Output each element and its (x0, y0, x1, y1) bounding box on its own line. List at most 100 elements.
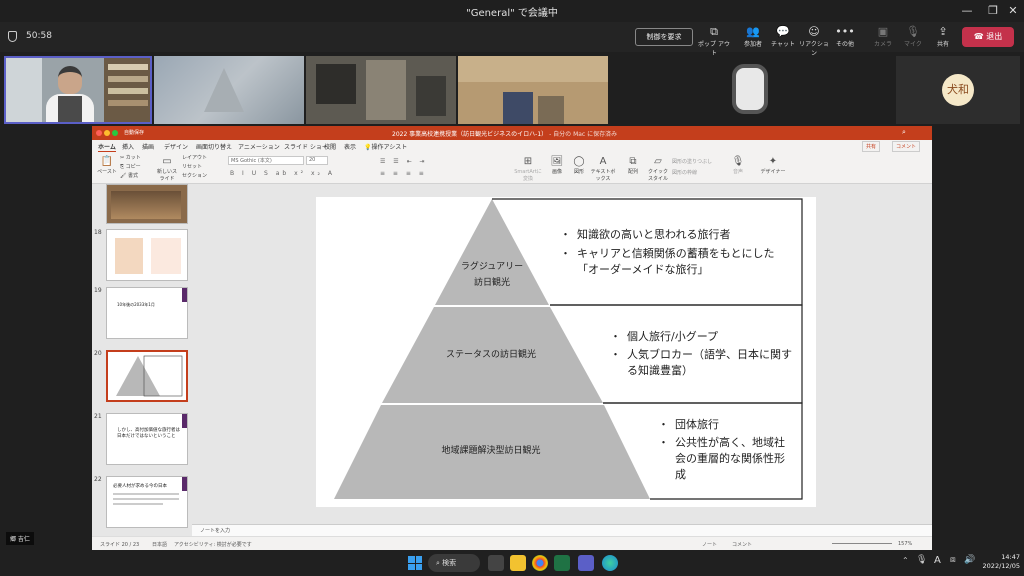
textbox-icon: A (599, 156, 607, 167)
smartart-icon: ⊞ (523, 156, 533, 167)
participant-tile-6[interactable]: 犬和 (896, 56, 1020, 124)
tab-insert[interactable]: 挿入 (122, 142, 134, 151)
notes-toggle[interactable]: ノート (702, 541, 717, 548)
chevron-up-icon[interactable]: ⌃ (902, 556, 909, 565)
cut-button[interactable]: ✂ カット (120, 154, 141, 161)
request-control-button[interactable]: 制御を要求 (635, 28, 693, 46)
zoom-level[interactable]: 157% (898, 541, 912, 547)
tier-label-middle: ステータスの訪日観光 (445, 350, 536, 360)
windows-start-icon[interactable] (408, 556, 422, 570)
font-name-select[interactable]: MS Gothic (本文) (228, 156, 304, 165)
minimize-button[interactable]: — (954, 2, 980, 20)
font-size-select[interactable]: 20 (306, 156, 328, 165)
tab-slideshow[interactable]: スライド ショー (284, 142, 328, 151)
taskbar-search[interactable]: ⌕ 検索 (428, 554, 480, 572)
accent-bar (182, 477, 187, 491)
tab-animations[interactable]: アニメーション (238, 142, 280, 151)
layout-button[interactable]: レイアウト (182, 154, 207, 161)
leave-button[interactable]: ☎ 退出 (962, 27, 1014, 47)
network-icon[interactable]: ⧈ (950, 555, 956, 565)
share-button[interactable]: ⇪ 共有 (926, 25, 960, 48)
slide-thumbnail-21[interactable]: しかし、高付加価値な旅行者は日本だけではないということ (106, 413, 188, 465)
tab-tell-me[interactable]: 💡操作アシスト (364, 142, 407, 151)
textbox-button[interactable]: A テキストボックス (590, 156, 616, 182)
close-button[interactable]: ✕ (1000, 2, 1024, 20)
task-view-icon[interactable] (488, 555, 504, 571)
dictate-button[interactable]: 🎙 音声 (728, 156, 748, 175)
chat-button[interactable]: 💬 チャット (766, 25, 800, 48)
text-format-buttons[interactable]: B I U S ab x² x₂ A (230, 170, 335, 177)
chrome-icon[interactable] (532, 555, 548, 571)
slide-thumbnail-18[interactable] (106, 229, 188, 281)
quick-styles-button[interactable]: ▱ クイックスタイル (646, 156, 670, 182)
tab-draw[interactable]: 描画 (142, 142, 154, 151)
comment-button[interactable]: コメント (892, 141, 921, 152)
tab-design[interactable]: デザイン (164, 142, 188, 151)
shape-outline-label: 図形の枠線 (672, 170, 698, 176)
mac-zoom-dot[interactable] (112, 130, 118, 136)
accessibility-indicator[interactable]: アクセシビリティ: 検討が必要です (174, 541, 252, 548)
participant-tile-presenter[interactable] (4, 56, 152, 124)
language-indicator[interactable]: 日本語 (152, 541, 167, 548)
participants-label: 参加者 (743, 41, 762, 48)
participant-tile-5[interactable] (720, 56, 780, 124)
notes-pane[interactable]: ノートを入力 (192, 524, 932, 536)
volume-icon[interactable]: 🔊 (964, 555, 975, 565)
shape-outline-button[interactable]: 図形の枠線 (672, 169, 697, 176)
reset-button[interactable]: リセット (182, 163, 202, 170)
comments-toggle[interactable]: コメント (732, 541, 752, 548)
autosave-label[interactable]: 自動保存 (124, 129, 144, 136)
window-backdrop (6, 58, 42, 122)
arrange-button[interactable]: ⧉ 配列 (624, 156, 642, 175)
slide-thumbnail-17[interactable] (106, 184, 188, 224)
tab-home[interactable]: ホーム (98, 142, 116, 152)
slide-thumbnail-20-selected[interactable] (106, 350, 188, 402)
reaction-button[interactable]: ☺ リアクション (797, 25, 831, 57)
paste-button[interactable]: 📋 ペースト (96, 156, 118, 175)
shapes-button[interactable]: ◯ 図形 (570, 156, 588, 175)
slide-thumbnail-22[interactable]: 必要人材が求める今の日本 (106, 476, 188, 528)
tab-review[interactable]: 校閲 (324, 142, 336, 151)
teams-icon[interactable] (578, 555, 594, 571)
format-painter-button[interactable]: 🖌 書式 (120, 172, 138, 179)
tab-view[interactable]: 表示 (344, 142, 356, 151)
excel-icon[interactable] (554, 555, 570, 571)
pixel-band (458, 56, 608, 82)
zoom-slider[interactable] (832, 543, 892, 544)
picture-button[interactable]: 🖼 画像 (548, 156, 566, 175)
edge-icon[interactable] (602, 555, 618, 571)
participant-tile-4[interactable] (458, 56, 608, 124)
mac-minimize-dot[interactable] (104, 130, 110, 136)
person-vest (58, 96, 82, 122)
camera-button[interactable]: ▣ カメラ (866, 25, 900, 48)
slide-thumbnail-19[interactable]: 10年後の2033年1月 (106, 287, 188, 339)
copy-label: コピー (125, 164, 141, 170)
mic-tray-icon[interactable]: 🎙 (916, 555, 927, 565)
popout-button[interactable]: ⧉ ポップ アウト (697, 25, 731, 57)
shape-fill-button[interactable]: 図形の塗りつぶし (672, 158, 712, 165)
smartart-button[interactable]: ⊞ SmartArtに変換 (514, 156, 542, 182)
share-doc-button[interactable]: 共有 (862, 141, 881, 152)
current-slide[interactable]: ラグジュアリー 訪日観光 ステータスの訪日観光 地域課題解決型訪日観光 ・知識欲… (316, 197, 816, 507)
mic-button[interactable]: 🎙 マイク (896, 25, 930, 48)
clock[interactable]: 14:47 2022/12/05 (980, 553, 1020, 571)
participants-button[interactable]: 👥 参加者 (736, 25, 770, 48)
new-slide-button[interactable]: ▭ 新しいスライド (156, 156, 178, 182)
more-button[interactable]: ••• その他 (828, 25, 862, 48)
designer-button[interactable]: ✦ デザイナー (760, 156, 786, 175)
status-bar: スライド 20 / 23 日本語 アクセシビリティ: 検討が必要です ノート コ… (92, 536, 932, 550)
paragraph-buttons[interactable]: ☰ ☰ ⇤ ⇥ (380, 158, 428, 165)
file-explorer-icon[interactable] (510, 555, 526, 571)
mac-close-dot[interactable] (96, 130, 102, 136)
search-icon[interactable]: ⌕ (902, 128, 906, 137)
textbox-label: テキストボックス (590, 169, 616, 182)
ime-indicator[interactable]: A (934, 555, 941, 566)
participant-tile-3[interactable] (306, 56, 456, 124)
thumb-text: しかし、高付加価値な旅行者は日本だけではないということ (117, 428, 180, 439)
align-buttons[interactable]: ≡ ≡ ≡ ≡ (380, 170, 427, 177)
bullet-text: キャリアと信頼関係の蓄積をもとにした「オーダーメイドな旅行」 (577, 247, 775, 276)
copy-button[interactable]: ⎘ コピー (120, 163, 141, 170)
participant-tile-2[interactable] (154, 56, 304, 124)
tab-transitions[interactable]: 画面切り替え (196, 142, 232, 151)
section-button[interactable]: セクション (182, 172, 207, 179)
